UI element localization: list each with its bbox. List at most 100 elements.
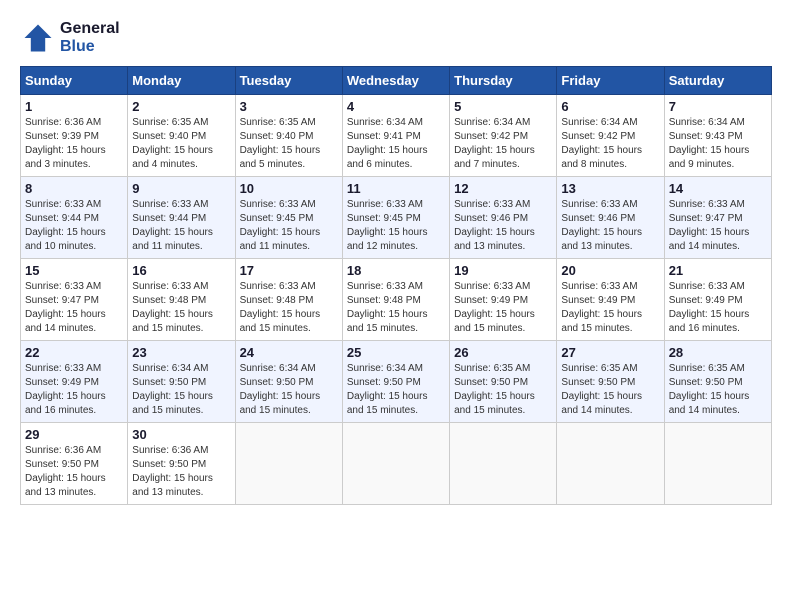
daylight-label: Daylight: 15 hours and 8 minutes.: [561, 145, 642, 170]
day-number: 22: [25, 345, 123, 360]
day-info: Sunrise: 6:34 AM Sunset: 9:50 PM Dayligh…: [132, 362, 230, 418]
day-number: 20: [561, 263, 659, 278]
sunrise-label: Sunrise: 6:33 AM: [25, 363, 101, 374]
sunset-label: Sunset: 9:48 PM: [132, 295, 206, 306]
day-number: 15: [25, 263, 123, 278]
sunrise-label: Sunrise: 6:33 AM: [25, 199, 101, 210]
day-info: Sunrise: 6:34 AM Sunset: 9:42 PM Dayligh…: [454, 116, 552, 172]
day-info: Sunrise: 6:34 AM Sunset: 9:41 PM Dayligh…: [347, 116, 445, 172]
sunrise-label: Sunrise: 6:34 AM: [240, 363, 316, 374]
day-info: Sunrise: 6:35 AM Sunset: 9:50 PM Dayligh…: [669, 362, 767, 418]
sunset-label: Sunset: 9:49 PM: [561, 295, 635, 306]
day-number: 13: [561, 181, 659, 196]
day-number: 10: [240, 181, 338, 196]
day-number: 26: [454, 345, 552, 360]
sunset-label: Sunset: 9:47 PM: [25, 295, 99, 306]
calendar-header-row: SundayMondayTuesdayWednesdayThursdayFrid…: [21, 67, 772, 95]
calendar-day-cell: 4 Sunrise: 6:34 AM Sunset: 9:41 PM Dayli…: [342, 95, 449, 177]
sunset-label: Sunset: 9:45 PM: [240, 213, 314, 224]
day-number: 28: [669, 345, 767, 360]
calendar-day-cell: 3 Sunrise: 6:35 AM Sunset: 9:40 PM Dayli…: [235, 95, 342, 177]
day-of-week-header: Friday: [557, 67, 664, 95]
day-number: 25: [347, 345, 445, 360]
sunset-label: Sunset: 9:49 PM: [669, 295, 743, 306]
daylight-label: Daylight: 15 hours and 10 minutes.: [25, 227, 106, 252]
daylight-label: Daylight: 15 hours and 3 minutes.: [25, 145, 106, 170]
calendar-day-cell: 15 Sunrise: 6:33 AM Sunset: 9:47 PM Dayl…: [21, 259, 128, 341]
daylight-label: Daylight: 15 hours and 14 minutes.: [561, 391, 642, 416]
day-of-week-header: Tuesday: [235, 67, 342, 95]
calendar-day-cell: 24 Sunrise: 6:34 AM Sunset: 9:50 PM Dayl…: [235, 341, 342, 423]
daylight-label: Daylight: 15 hours and 16 minutes.: [25, 391, 106, 416]
logo-text: General Blue: [60, 20, 120, 56]
sunset-label: Sunset: 9:42 PM: [454, 131, 528, 142]
calendar-day-cell: 11 Sunrise: 6:33 AM Sunset: 9:45 PM Dayl…: [342, 177, 449, 259]
day-info: Sunrise: 6:35 AM Sunset: 9:50 PM Dayligh…: [454, 362, 552, 418]
sunrise-label: Sunrise: 6:33 AM: [669, 199, 745, 210]
sunrise-label: Sunrise: 6:35 AM: [240, 117, 316, 128]
sunrise-label: Sunrise: 6:34 AM: [561, 117, 637, 128]
sunset-label: Sunset: 9:50 PM: [347, 377, 421, 388]
daylight-label: Daylight: 15 hours and 11 minutes.: [240, 227, 321, 252]
calendar-week-row: 22 Sunrise: 6:33 AM Sunset: 9:49 PM Dayl…: [21, 341, 772, 423]
calendar-day-cell: 2 Sunrise: 6:35 AM Sunset: 9:40 PM Dayli…: [128, 95, 235, 177]
calendar-day-cell: 17 Sunrise: 6:33 AM Sunset: 9:48 PM Dayl…: [235, 259, 342, 341]
sunset-label: Sunset: 9:40 PM: [132, 131, 206, 142]
sunrise-label: Sunrise: 6:34 AM: [132, 363, 208, 374]
sunrise-label: Sunrise: 6:36 AM: [25, 117, 101, 128]
calendar-day-cell: 14 Sunrise: 6:33 AM Sunset: 9:47 PM Dayl…: [664, 177, 771, 259]
day-number: 17: [240, 263, 338, 278]
sunset-label: Sunset: 9:49 PM: [454, 295, 528, 306]
sunset-label: Sunset: 9:50 PM: [25, 459, 99, 470]
day-info: Sunrise: 6:33 AM Sunset: 9:48 PM Dayligh…: [347, 280, 445, 336]
day-of-week-header: Wednesday: [342, 67, 449, 95]
day-info: Sunrise: 6:33 AM Sunset: 9:47 PM Dayligh…: [669, 198, 767, 254]
daylight-label: Daylight: 15 hours and 9 minutes.: [669, 145, 750, 170]
day-of-week-header: Thursday: [450, 67, 557, 95]
calendar-day-cell: 23 Sunrise: 6:34 AM Sunset: 9:50 PM Dayl…: [128, 341, 235, 423]
empty-cell: [342, 423, 449, 505]
sunrise-label: Sunrise: 6:35 AM: [669, 363, 745, 374]
daylight-label: Daylight: 15 hours and 13 minutes.: [454, 227, 535, 252]
daylight-label: Daylight: 15 hours and 16 minutes.: [669, 309, 750, 334]
sunset-label: Sunset: 9:44 PM: [132, 213, 206, 224]
day-info: Sunrise: 6:35 AM Sunset: 9:40 PM Dayligh…: [240, 116, 338, 172]
daylight-label: Daylight: 15 hours and 15 minutes.: [347, 309, 428, 334]
calendar-day-cell: 29 Sunrise: 6:36 AM Sunset: 9:50 PM Dayl…: [21, 423, 128, 505]
day-info: Sunrise: 6:33 AM Sunset: 9:48 PM Dayligh…: [132, 280, 230, 336]
sunrise-label: Sunrise: 6:33 AM: [132, 199, 208, 210]
day-number: 4: [347, 99, 445, 114]
calendar-day-cell: 13 Sunrise: 6:33 AM Sunset: 9:46 PM Dayl…: [557, 177, 664, 259]
sunset-label: Sunset: 9:44 PM: [25, 213, 99, 224]
day-info: Sunrise: 6:35 AM Sunset: 9:50 PM Dayligh…: [561, 362, 659, 418]
sunrise-label: Sunrise: 6:35 AM: [561, 363, 637, 374]
calendar-day-cell: 19 Sunrise: 6:33 AM Sunset: 9:49 PM Dayl…: [450, 259, 557, 341]
day-info: Sunrise: 6:34 AM Sunset: 9:43 PM Dayligh…: [669, 116, 767, 172]
daylight-label: Daylight: 15 hours and 15 minutes.: [240, 309, 321, 334]
day-info: Sunrise: 6:35 AM Sunset: 9:40 PM Dayligh…: [132, 116, 230, 172]
sunset-label: Sunset: 9:50 PM: [132, 377, 206, 388]
sunset-label: Sunset: 9:50 PM: [132, 459, 206, 470]
day-info: Sunrise: 6:33 AM Sunset: 9:44 PM Dayligh…: [132, 198, 230, 254]
daylight-label: Daylight: 15 hours and 15 minutes.: [132, 309, 213, 334]
day-of-week-header: Monday: [128, 67, 235, 95]
day-number: 5: [454, 99, 552, 114]
day-number: 19: [454, 263, 552, 278]
daylight-label: Daylight: 15 hours and 7 minutes.: [454, 145, 535, 170]
sunrise-label: Sunrise: 6:34 AM: [454, 117, 530, 128]
calendar-day-cell: 30 Sunrise: 6:36 AM Sunset: 9:50 PM Dayl…: [128, 423, 235, 505]
sunrise-label: Sunrise: 6:33 AM: [25, 281, 101, 292]
sunset-label: Sunset: 9:46 PM: [454, 213, 528, 224]
calendar-day-cell: 18 Sunrise: 6:33 AM Sunset: 9:48 PM Dayl…: [342, 259, 449, 341]
sunrise-label: Sunrise: 6:33 AM: [669, 281, 745, 292]
calendar-day-cell: 1 Sunrise: 6:36 AM Sunset: 9:39 PM Dayli…: [21, 95, 128, 177]
sunset-label: Sunset: 9:41 PM: [347, 131, 421, 142]
empty-cell: [557, 423, 664, 505]
calendar-day-cell: 16 Sunrise: 6:33 AM Sunset: 9:48 PM Dayl…: [128, 259, 235, 341]
sunset-label: Sunset: 9:46 PM: [561, 213, 635, 224]
day-number: 27: [561, 345, 659, 360]
calendar-day-cell: 5 Sunrise: 6:34 AM Sunset: 9:42 PM Dayli…: [450, 95, 557, 177]
sunrise-label: Sunrise: 6:34 AM: [347, 363, 423, 374]
day-info: Sunrise: 6:34 AM Sunset: 9:50 PM Dayligh…: [240, 362, 338, 418]
daylight-label: Daylight: 15 hours and 15 minutes.: [347, 391, 428, 416]
